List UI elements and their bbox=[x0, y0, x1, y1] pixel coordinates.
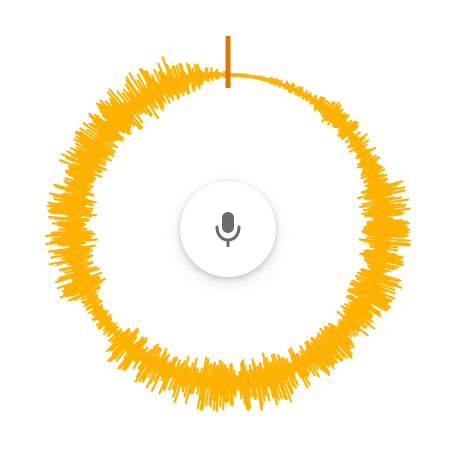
waveform-bar bbox=[229, 363, 233, 406]
microphone-button[interactable] bbox=[180, 181, 276, 277]
microphone-icon bbox=[213, 210, 243, 248]
audio-recorder bbox=[0, 0, 449, 455]
waveform-bar bbox=[56, 221, 85, 224]
